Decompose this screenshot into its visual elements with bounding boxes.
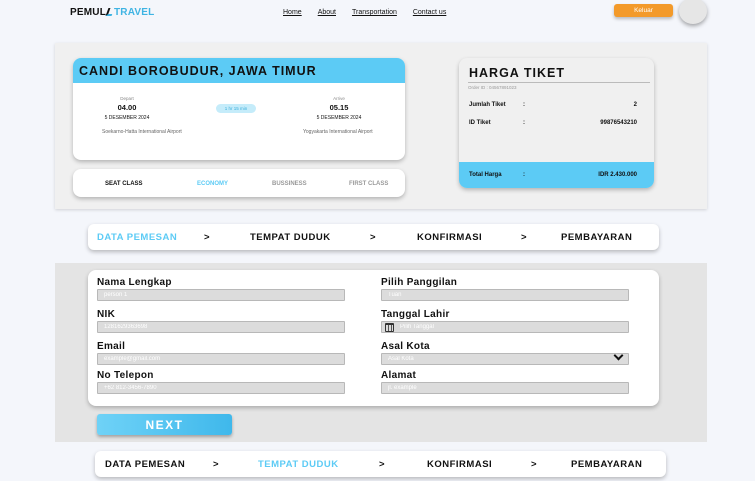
navbar: PEMUL TRAVEL Home About Transportation Co… (0, 0, 755, 26)
class-option-economy[interactable]: ECONOMY (197, 181, 228, 187)
stepper-bottom: DATA PEMESAN > TEMPAT DUDUK > KONFIRMASI… (95, 451, 666, 477)
birthdate-input[interactable] (381, 321, 629, 333)
email-label: Email (97, 341, 126, 352)
arrival-airport: Yogyakarta International Airport (303, 129, 373, 135)
email-input[interactable] (97, 353, 345, 365)
nav-link-home[interactable]: Home (283, 9, 302, 16)
price-card: HARGA TIKET Order ID : 04567891023 Jumla… (459, 58, 654, 188)
step-arrow: > (521, 232, 528, 243)
step-arrow: > (213, 459, 220, 470)
price-title: HARGA TIKET (469, 66, 565, 80)
step-tempat-duduk[interactable]: TEMPAT DUDUK (258, 459, 339, 470)
step-konfirmasi[interactable]: KONFIRMASI (427, 459, 492, 470)
arrival-date: 5 DESEMBER 2024 (316, 115, 362, 121)
phone-input[interactable] (97, 382, 345, 394)
title-select[interactable] (381, 289, 629, 301)
nav-links: Home About Transportation Contact us (283, 9, 462, 16)
logo[interactable]: PEMUL TRAVEL (70, 7, 154, 18)
full-name-label: Nama Lengkap (97, 277, 172, 288)
step-konfirmasi[interactable]: KONFIRMASI (417, 232, 482, 243)
logout-button[interactable]: Keluar (614, 4, 673, 17)
next-button[interactable]: NEXT (97, 414, 232, 435)
step-arrow: > (531, 459, 538, 470)
city-label: Asal Kota (381, 341, 430, 352)
avatar[interactable] (679, 0, 707, 24)
ticket-id-value: 99876543210 (600, 120, 637, 126)
arrival-info: Arrive 05.15 5 DESEMBER 2024 (299, 96, 379, 121)
step-arrow: > (379, 459, 386, 470)
step-pembayaran[interactable]: PEMBAYARAN (571, 459, 642, 470)
nav-link-contact[interactable]: Contact us (413, 9, 446, 16)
step-data-pemesan[interactable]: DATA PEMESAN (97, 232, 177, 243)
city-select[interactable] (381, 353, 629, 365)
calendar-icon[interactable] (385, 323, 394, 332)
seat-class-label: SEAT CLASS (105, 181, 143, 187)
nav-link-about[interactable]: About (318, 9, 336, 16)
seat-class-selector: SEAT CLASS ECONOMY BUSSINESS FIRST CLASS (73, 169, 405, 197)
trip-title: CANDI BOROBUDUR, JAWA TIMUR (73, 58, 405, 83)
total-value: IDR 2.430.000 (598, 172, 637, 178)
departure-date: 5 DESEMBER 2024 (104, 115, 150, 121)
step-pembayaran[interactable]: PEMBAYARAN (561, 232, 632, 243)
step-arrow: > (204, 232, 211, 243)
nav-link-transportation[interactable]: Transportation (352, 9, 397, 16)
departure-airport: Soekarno-Hatta International Airport (102, 129, 182, 135)
stepper-top: DATA PEMESAN > TEMPAT DUDUK > KONFIRMASI… (88, 224, 659, 250)
phone-label: No Telepon (97, 370, 154, 381)
duration-badge: 1 hr 15 min (216, 104, 256, 113)
full-name-input[interactable] (97, 289, 345, 301)
class-option-first[interactable]: FIRST CLASS (349, 181, 388, 187)
departure-time: 04.00 (117, 103, 137, 112)
title-label: Pilih Panggilan (381, 277, 458, 288)
address-label: Alamat (381, 370, 417, 381)
order-id: Order ID : 04567891023 (468, 85, 517, 90)
nik-input[interactable] (97, 321, 345, 333)
arrival-time: 05.15 (329, 103, 349, 112)
step-tempat-duduk[interactable]: TEMPAT DUDUK (250, 232, 331, 243)
trip-card: CANDI BOROBUDUR, JAWA TIMUR Depart 04.00… (73, 58, 405, 160)
ticket-count-value: 2 (633, 102, 637, 108)
step-data-pemesan[interactable]: DATA PEMESAN (105, 459, 185, 470)
birthdate-label: Tanggal Lahir (381, 309, 450, 320)
nik-label: NIK (97, 309, 116, 320)
divider (468, 82, 650, 83)
step-arrow: > (370, 232, 377, 243)
departure-info: Depart 04.00 5 DESEMBER 2024 (87, 96, 167, 121)
class-option-business[interactable]: BUSSINESS (272, 181, 307, 187)
address-input[interactable] (381, 382, 629, 394)
